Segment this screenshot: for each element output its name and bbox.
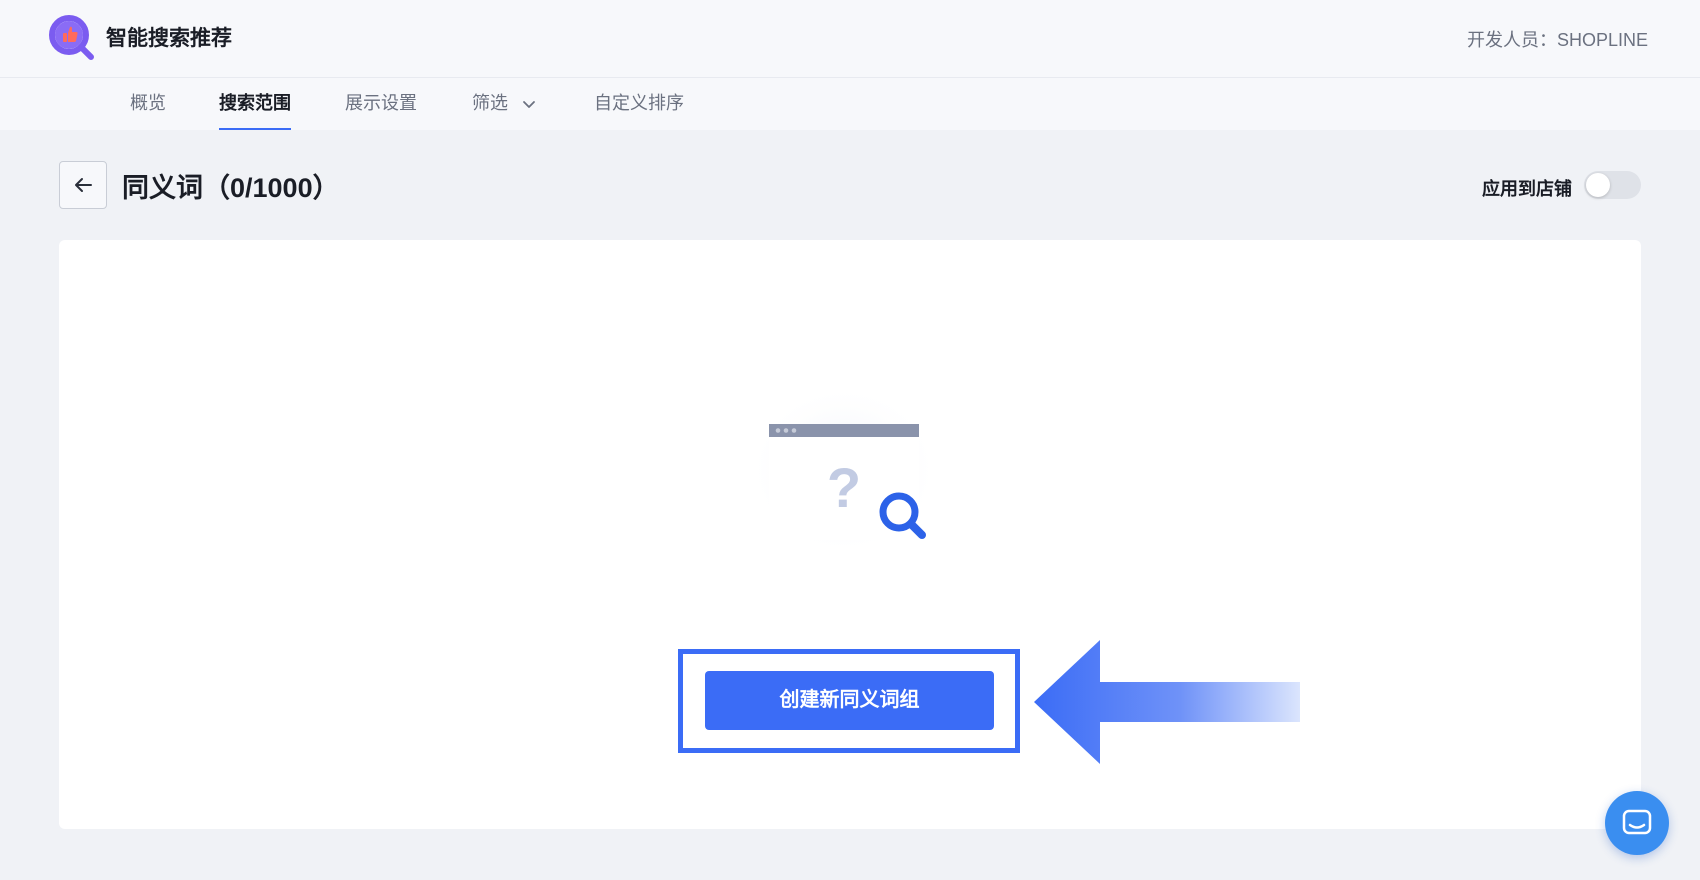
apply-to-store-label: 应用到店铺 bbox=[1482, 179, 1572, 199]
nav-bar: 概览 搜索范围 展示设置 筛选 自定义排序 bbox=[0, 78, 1700, 130]
tab-overview[interactable]: 概览 bbox=[130, 78, 166, 130]
tab-filter-label: 筛选 bbox=[472, 93, 508, 113]
chevron-down-icon bbox=[523, 101, 535, 109]
chat-bubble-icon bbox=[1622, 809, 1652, 835]
create-synonym-group-button[interactable]: 创建新同义词组 bbox=[705, 671, 994, 730]
page-title: 同义词（0/1000） bbox=[122, 173, 340, 203]
empty-search-illustration: ? bbox=[748, 384, 940, 556]
tab-filter[interactable]: 筛选 bbox=[472, 78, 537, 130]
tab-custom-sort[interactable]: 自定义排序 bbox=[594, 78, 684, 130]
tab-search-scope[interactable]: 搜索范围 bbox=[219, 78, 291, 130]
back-button[interactable] bbox=[59, 161, 107, 209]
chat-button[interactable] bbox=[1605, 791, 1669, 855]
toggle-knob bbox=[1586, 173, 1610, 197]
app-header: 智能搜索推荐 开发人员：SHOPLINE bbox=[0, 0, 1700, 78]
arrow-left-icon bbox=[75, 178, 92, 192]
question-mark: ? bbox=[827, 456, 861, 519]
app-title: 智能搜索推荐 bbox=[106, 27, 232, 50]
app-logo-icon bbox=[49, 15, 94, 60]
apply-to-store-toggle[interactable] bbox=[1584, 171, 1641, 199]
developer-label: 开发人员：SHOPLINE bbox=[1466, 30, 1648, 50]
pointer-arrow-icon bbox=[1034, 640, 1300, 764]
tab-display-settings[interactable]: 展示设置 bbox=[345, 78, 417, 130]
